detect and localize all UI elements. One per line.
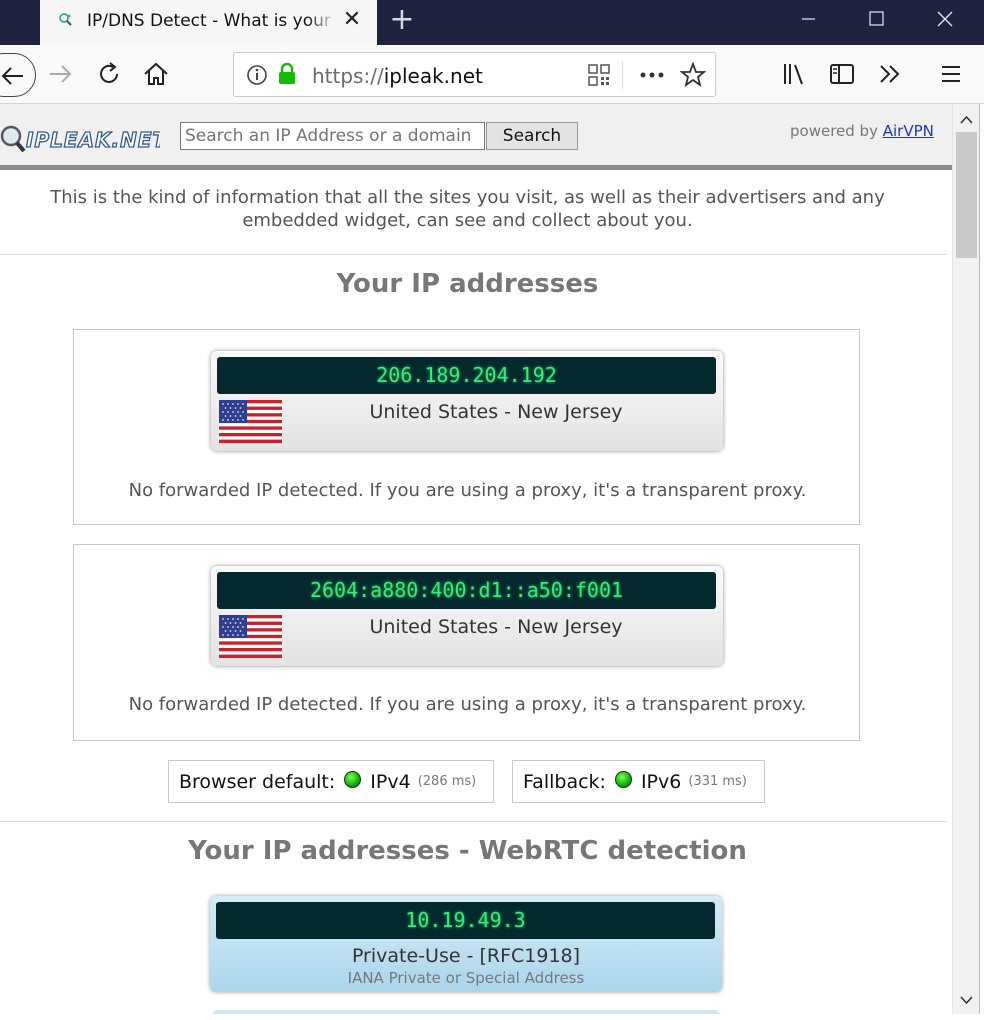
ip-card: 206.189.204.192 United States - New Jers… xyxy=(211,351,723,451)
forwarded-ip-note: No forwarded IP detected. If you are usi… xyxy=(128,694,807,715)
navigation-toolbar: https://ipleak.net xyxy=(0,45,984,104)
library-button[interactable] xyxy=(778,58,810,90)
browser-default-latency: (286 ms) xyxy=(417,774,477,789)
reload-icon xyxy=(100,62,118,83)
tab-close-icon[interactable]: ✕ xyxy=(340,8,364,32)
powered-by: powered by AirVPN xyxy=(790,122,934,140)
window-minimize-button[interactable] xyxy=(774,0,843,38)
us-flag-icon xyxy=(219,615,282,658)
ip-address-display[interactable]: 2604:a880:400:d1::a50:f001 xyxy=(217,572,716,609)
url-text[interactable]: https://ipleak.net xyxy=(312,64,483,88)
status-led-icon xyxy=(344,771,362,788)
site-logo-text: IPLEAK.NET xyxy=(26,128,160,152)
home-icon xyxy=(144,62,168,85)
browser-default-box: Browser default: IPv4 (286 ms) xyxy=(168,760,494,803)
close-window-icon xyxy=(937,11,953,27)
back-button[interactable] xyxy=(0,53,36,97)
urlbar-separator xyxy=(622,61,623,89)
window-maximize-button[interactable] xyxy=(842,0,911,38)
scroll-down-icon[interactable] xyxy=(953,988,980,1012)
ip-address-box: 206.189.204.192 United States - New Jers… xyxy=(73,329,860,525)
ip-location: United States - New Jersey xyxy=(369,616,623,638)
bookmark-star-icon[interactable] xyxy=(680,62,706,88)
webrtc-ip-type: Private-Use - [RFC1918] xyxy=(351,945,581,967)
ip-section-title: Your IP addresses xyxy=(336,269,599,299)
page-scrollbar[interactable] xyxy=(952,104,979,1014)
fallback-latency: (331 ms) xyxy=(688,774,747,789)
reload-button[interactable] xyxy=(93,58,125,90)
forwarded-ip-note: No forwarded IP detected. If you are usi… xyxy=(128,480,807,501)
page-actions-icon[interactable] xyxy=(639,64,665,86)
fallback-box: Fallback: IPv6 (331 ms) xyxy=(512,760,765,803)
browser-tab[interactable]: IP/DNS Detect - What is your IP ✕ xyxy=(40,0,377,45)
scrollbar-thumb[interactable] xyxy=(956,132,977,258)
webrtc-ip-display[interactable]: 10.19.49.3 xyxy=(216,902,715,939)
fallback-label: Fallback: xyxy=(523,770,606,793)
browser-default-label: Browser default: xyxy=(179,770,336,793)
webrtc-ip-card: 10.19.49.3 Private-Use - [RFC1918] IANA … xyxy=(210,896,722,992)
ip-location: United States - New Jersey xyxy=(369,401,623,423)
qr-code-icon[interactable] xyxy=(588,64,610,86)
browser-titlebar: IP/DNS Detect - What is your IP ✕ + xyxy=(0,0,984,45)
status-led-icon xyxy=(614,771,632,788)
maximize-icon xyxy=(869,11,884,26)
browser-default-protocol: IPv4 xyxy=(370,770,411,793)
ip-address-display[interactable]: 206.189.204.192 xyxy=(217,357,716,394)
page-content: IPLEAK.NET Search powered by AirVPN This… xyxy=(0,104,952,1014)
airvpn-link[interactable]: AirVPN xyxy=(883,122,934,140)
hamburger-menu-button[interactable] xyxy=(935,58,967,90)
forward-button[interactable] xyxy=(44,58,76,90)
sidebar-icon xyxy=(830,64,854,84)
scroll-up-icon[interactable] xyxy=(953,108,980,132)
overflow-menu-button[interactable] xyxy=(874,58,906,90)
sidebar-button[interactable] xyxy=(826,58,858,90)
new-tab-icon[interactable]: + xyxy=(388,4,416,36)
url-host: ipleak.net xyxy=(383,64,483,88)
site-logo[interactable]: IPLEAK.NET xyxy=(0,120,167,156)
ip-card: 2604:a880:400:d1::a50:f001 United States… xyxy=(211,566,723,666)
webrtc-next-card xyxy=(212,1010,720,1014)
hamburger-icon xyxy=(942,66,960,82)
library-icon xyxy=(784,64,803,85)
site-header: IPLEAK.NET Search powered by AirVPN xyxy=(0,104,952,170)
divider xyxy=(0,821,946,822)
chevron-down-icon xyxy=(960,996,973,1005)
fallback-protocol: IPv6 xyxy=(640,770,682,793)
tab-title: IP/DNS Detect - What is your IP xyxy=(87,11,337,31)
ip-search-input[interactable] xyxy=(180,122,485,150)
magnifier-logo-icon: IPLEAK.NET xyxy=(0,125,167,153)
url-protocol: https:// xyxy=(312,64,384,88)
window-close-button[interactable] xyxy=(910,0,979,38)
powered-by-label: powered by xyxy=(790,122,878,140)
webrtc-section-title: Your IP addresses - WebRTC detection xyxy=(188,836,747,866)
lock-icon[interactable] xyxy=(276,62,298,86)
back-arrow-icon xyxy=(1,67,23,85)
chevron-double-right-icon xyxy=(880,65,900,83)
search-button[interactable]: Search xyxy=(486,122,578,150)
us-flag-icon xyxy=(219,400,282,443)
site-favicon-icon xyxy=(59,13,72,26)
intro-text: This is the kind of information that all… xyxy=(50,187,885,231)
ip-address-box: 2604:a880:400:d1::a50:f001 United States… xyxy=(73,544,860,741)
webrtc-ip-subtitle: IANA Private or Special Address xyxy=(347,969,585,987)
window-edge xyxy=(979,104,984,1014)
minimize-icon xyxy=(802,18,815,20)
divider xyxy=(0,254,946,255)
home-button[interactable] xyxy=(140,58,172,90)
chevron-up-icon xyxy=(960,115,973,124)
url-bar[interactable]: https://ipleak.net xyxy=(233,52,716,97)
forward-arrow-icon xyxy=(50,65,72,83)
info-icon[interactable] xyxy=(246,64,268,86)
